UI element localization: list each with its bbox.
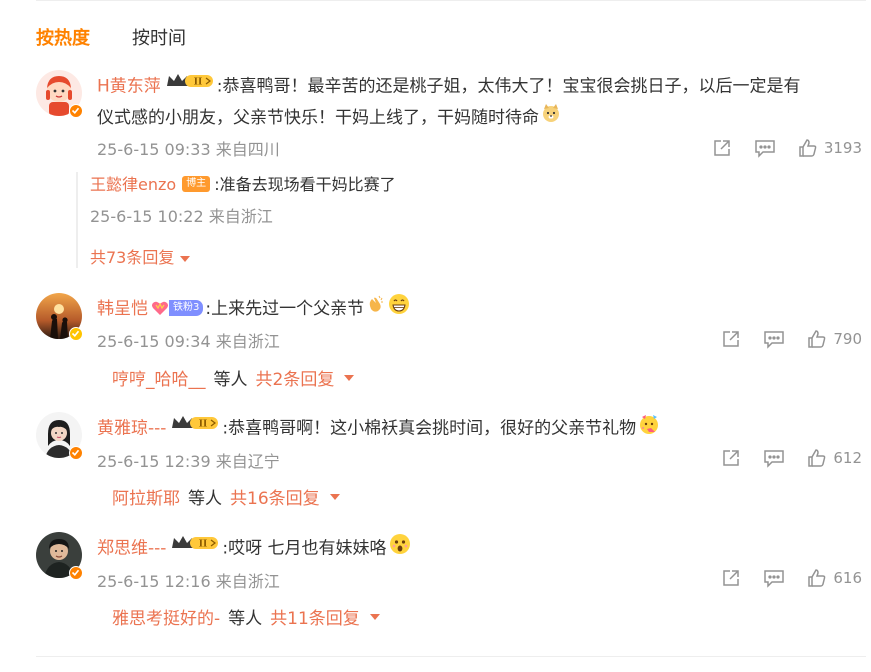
like-count: 790	[833, 330, 862, 348]
comment-icon[interactable]	[763, 448, 785, 468]
comment-text: :上来先过一个父亲节	[205, 299, 365, 319]
verified-badge-icon	[69, 446, 83, 460]
comment-source: 来自浙江	[215, 572, 280, 591]
svg-text:II: II	[194, 78, 202, 88]
comment-source: 来自辽宁	[215, 452, 280, 471]
like-count: 616	[833, 569, 862, 587]
reply-source: 来自浙江	[208, 207, 273, 226]
like-button[interactable]: 790	[807, 329, 862, 349]
tab-hot[interactable]: 按热度	[36, 24, 90, 54]
crown-level-icon: II	[165, 70, 215, 100]
share-icon[interactable]	[721, 448, 741, 468]
comment-time: 25-6-15 09:34	[97, 332, 211, 351]
comment-source: 来自四川	[215, 140, 280, 159]
comment-time: 25-6-15 12:16	[97, 572, 211, 591]
username[interactable]: 韩呈恺	[97, 299, 148, 319]
share-icon[interactable]	[721, 329, 741, 349]
like-count: 612	[833, 449, 862, 467]
sub-reply-count[interactable]: 共16条回复	[230, 484, 320, 509]
comment-text: :哎呀 七月也有妹妹咯	[222, 538, 387, 559]
thumbs-up-icon	[808, 449, 826, 467]
heart-badge-icon	[152, 301, 168, 315]
top-divider	[36, 0, 866, 1]
comment-actions: 3193	[690, 138, 862, 158]
doge-emoji-icon	[541, 103, 561, 133]
sub-reply-user[interactable]: 哼哼_哈哈__	[112, 365, 206, 390]
comment-source: 来自浙江	[215, 332, 280, 351]
thumbs-up-icon	[808, 569, 826, 587]
sub-reply-count[interactable]: 共2条回复	[256, 365, 335, 390]
bottom-divider	[36, 656, 866, 657]
username[interactable]: H黄东萍	[97, 77, 161, 97]
svg-text:II: II	[199, 420, 207, 430]
clap-emoji-icon	[366, 294, 386, 324]
comment-icon[interactable]	[763, 329, 785, 349]
comment-time: 25-6-15 12:39	[97, 452, 211, 471]
share-icon[interactable]	[712, 138, 732, 158]
verified-badge-icon	[69, 104, 83, 118]
comment-text: :恭喜鸭哥啊！这小棉袄真会挑时间，很好的父亲节礼物	[222, 418, 637, 439]
share-icon[interactable]	[721, 568, 741, 588]
username[interactable]: 郑思维---	[97, 539, 166, 559]
sub-replies-summary[interactable]: 雅思考挺好的- 等人 共11条回复	[112, 604, 380, 629]
chevron-down-icon	[369, 613, 380, 620]
sub-replies-summary[interactable]: 哼哼_哈哈__ 等人 共2条回复	[112, 365, 355, 390]
comment-time: 25-6-15 09:33	[97, 140, 211, 159]
more-replies-link[interactable]: 共73条回复	[90, 244, 830, 268]
reply-box: 王懿律enzo 博主:准备去现场看干妈比赛了 25-6-15 10:22 来自浙江…	[76, 172, 830, 268]
like-button[interactable]: 3193	[798, 138, 862, 158]
like-count: 3193	[823, 139, 862, 157]
chevron-down-icon	[329, 493, 340, 500]
like-button[interactable]: 616	[807, 568, 862, 588]
sub-reply-user[interactable]: 阿拉斯耶	[112, 484, 180, 509]
thumbs-up-icon	[799, 139, 817, 157]
fan-badge: 铁粉3	[151, 299, 204, 316]
sort-tabs: 按热度 按时间	[36, 24, 186, 54]
comment-actions: 612	[699, 448, 862, 468]
blogger-badge: 博主	[182, 176, 211, 192]
comment-text: :恭喜鸭哥！最辛苦的还是桃子姐，太伟大了！宝宝很会挑日子，以后一定是有	[216, 76, 801, 97]
surprised-emoji-icon	[389, 533, 411, 565]
comment-actions: 616	[699, 568, 862, 588]
svg-text:II: II	[199, 540, 207, 550]
verified-badge-icon	[69, 327, 83, 341]
sub-replies-summary[interactable]: 阿拉斯耶 等人 共16条回复	[112, 484, 340, 509]
sub-reply-mid: 等人	[213, 370, 248, 390]
reply-text: :准备去现场看干妈比赛了	[214, 175, 396, 194]
verified-badge-icon	[69, 566, 83, 580]
crown-level-icon: II	[170, 532, 220, 562]
comment-text-cont: 仪式感的小朋友，父亲节快乐！干妈上线了，干妈随时待命	[97, 108, 539, 128]
like-button[interactable]: 612	[807, 448, 862, 468]
chevron-down-icon	[344, 374, 355, 381]
username[interactable]: 黄雅琼---	[97, 419, 166, 439]
comment-icon[interactable]	[763, 568, 785, 588]
chevron-down-icon	[180, 255, 191, 262]
comment-icon[interactable]	[754, 138, 776, 158]
reply-time: 25-6-15 10:22	[90, 207, 204, 226]
sub-reply-mid: 等人	[188, 489, 222, 509]
party-emoji-icon	[638, 413, 660, 445]
crown-level-icon: II	[170, 412, 220, 442]
thumbs-up-icon	[808, 330, 826, 348]
sub-reply-count[interactable]: 共11条回复	[270, 604, 360, 629]
reply-username[interactable]: 王懿律enzo	[90, 175, 176, 194]
sub-reply-user[interactable]: 雅思考挺好的-	[112, 604, 220, 629]
tab-time[interactable]: 按时间	[132, 24, 186, 54]
grin-emoji-icon	[388, 293, 410, 325]
comment-actions: 790	[699, 329, 862, 349]
sub-reply-mid: 等人	[228, 609, 263, 629]
